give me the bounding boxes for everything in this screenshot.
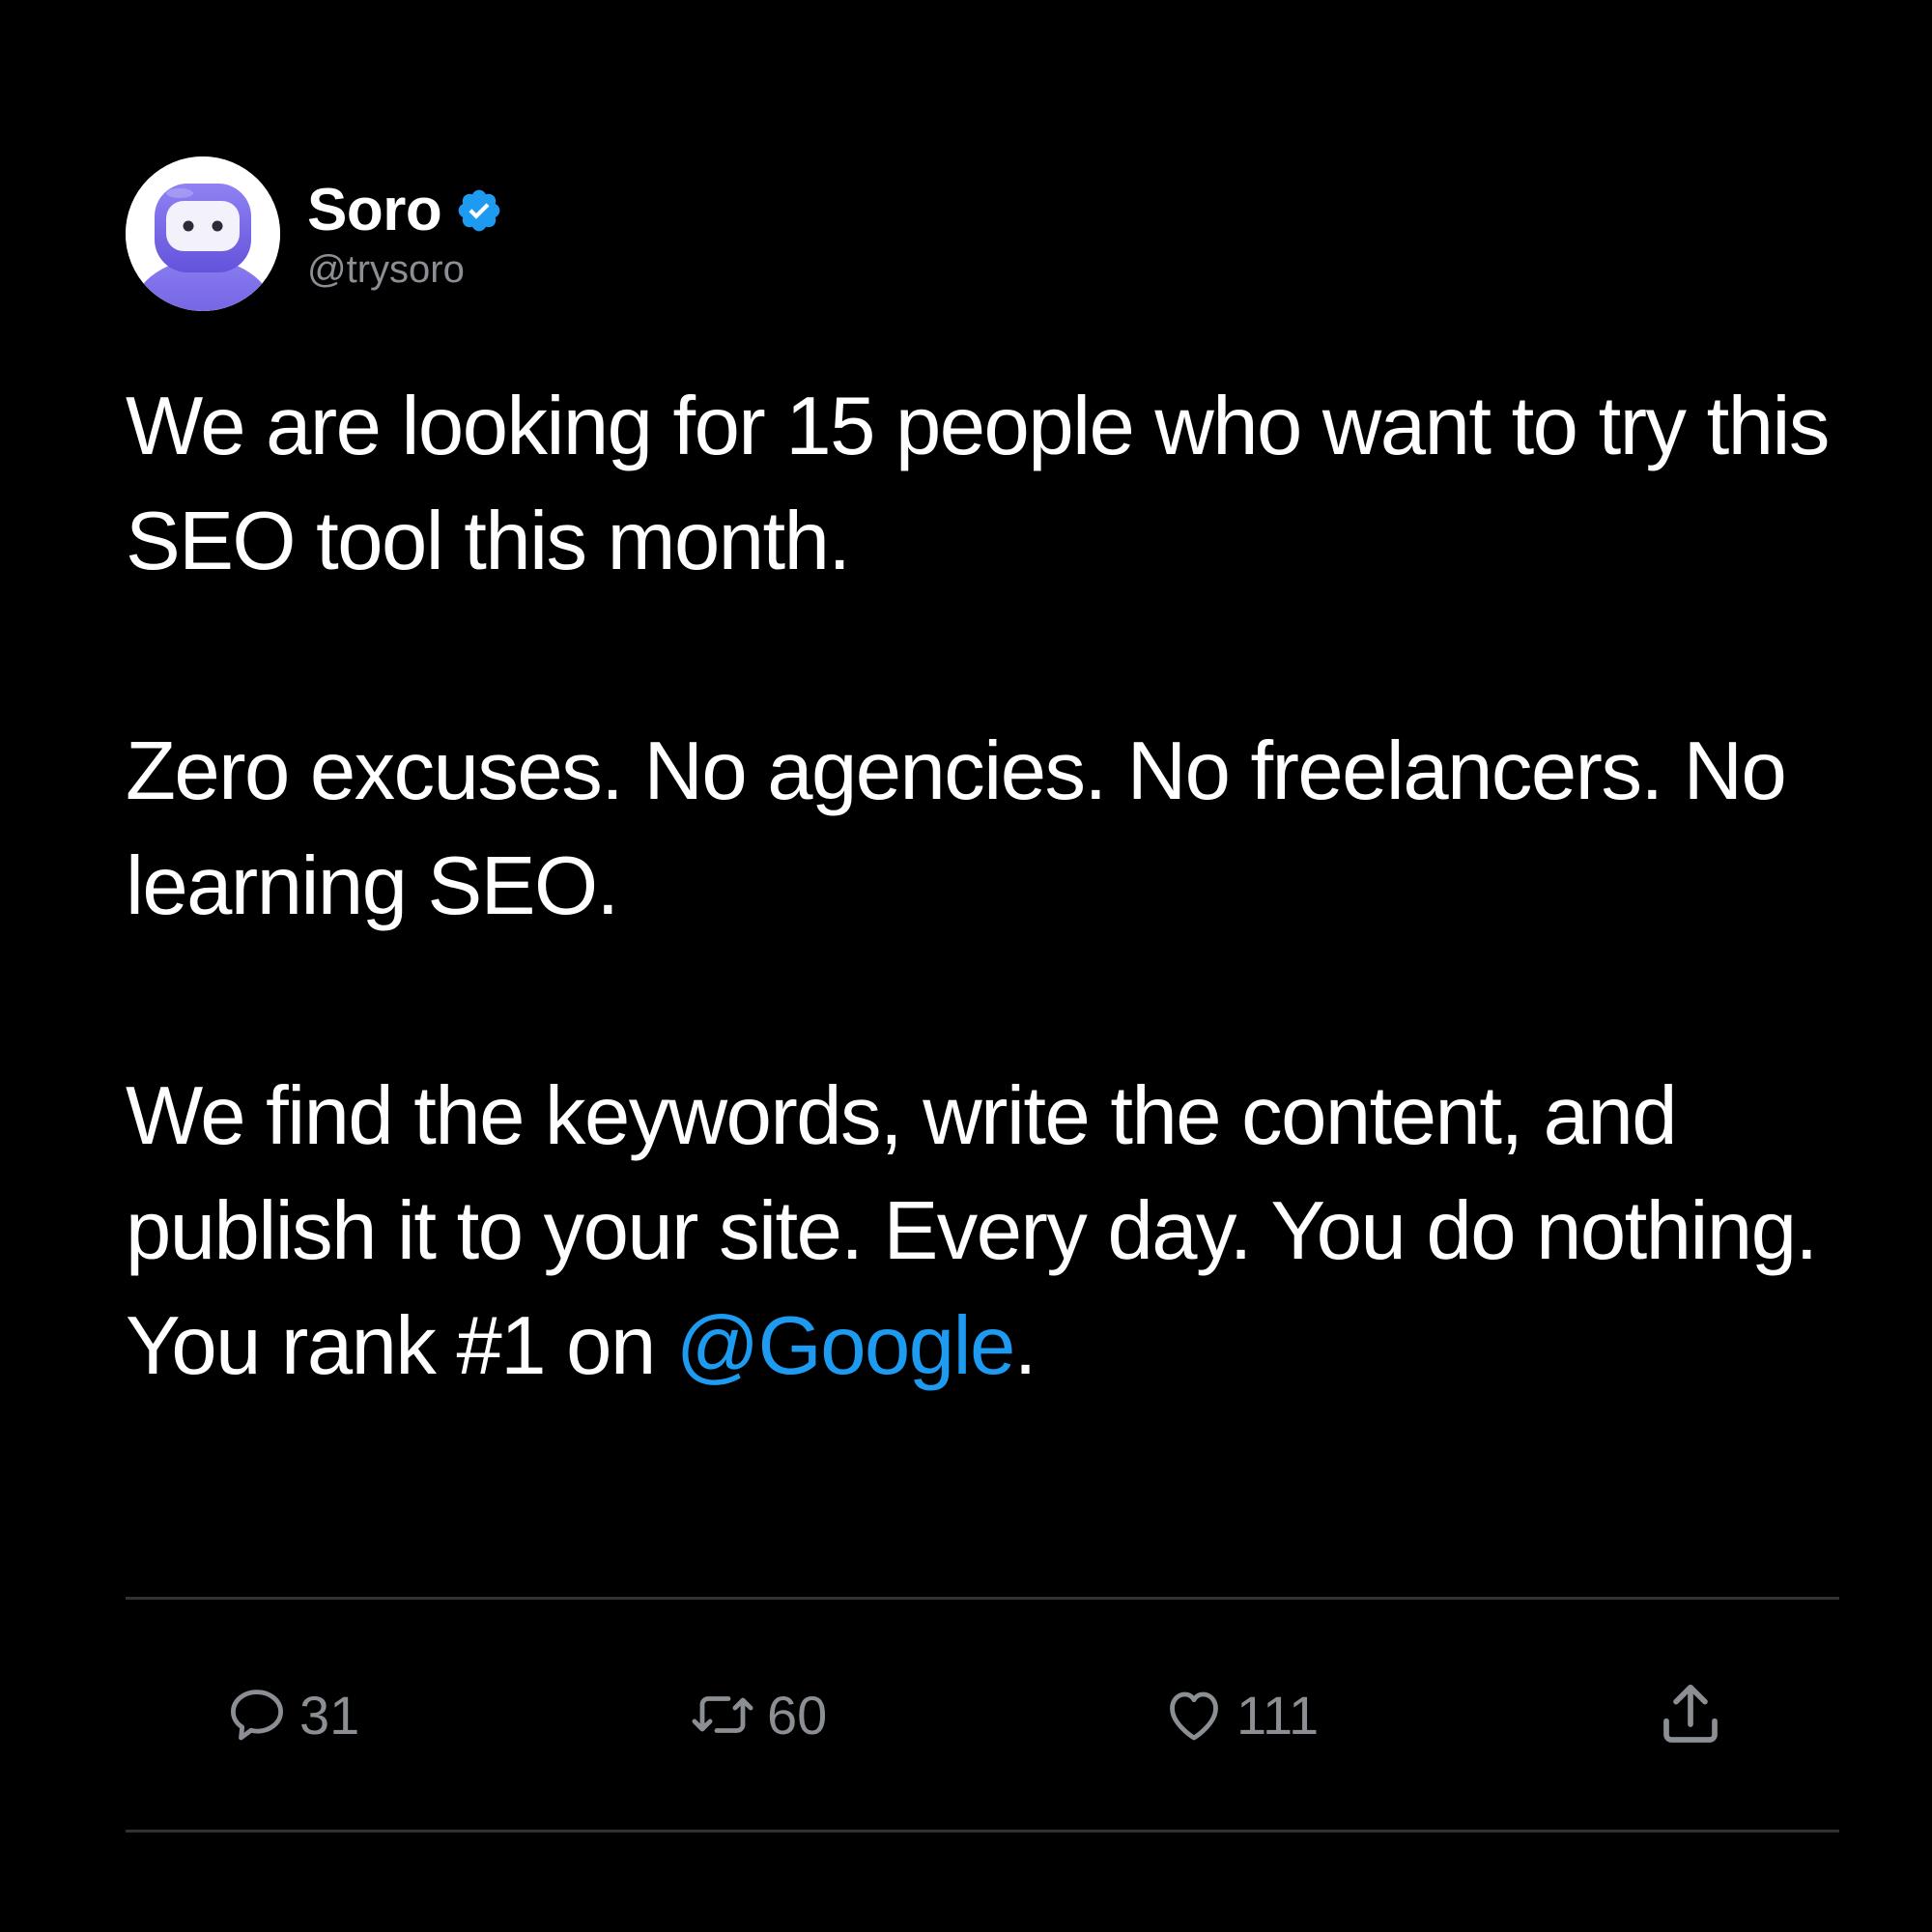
share-icon [1663,1684,1718,1743]
verified-badge-icon [455,186,503,235]
tweet-card: Soro @trysoro We are looking for 15 peop… [126,156,1839,1404]
heart-icon [1170,1691,1218,1741]
avatar[interactable] [126,156,280,311]
tweet-paragraph: We find the keywords, write the content,… [126,1059,1839,1404]
author-display-name[interactable]: Soro [307,176,442,244]
retweet-button[interactable]: 60 [686,1600,827,1830]
divider [126,1830,1839,1833]
tweet-body: We are looking for 15 people who want to… [126,369,1839,1404]
author-handle[interactable]: @trysoro [307,248,503,292]
mention-link[interactable]: @Google [676,1300,1015,1392]
like-count: 111 [1236,1684,1320,1746]
tweet-paragraph: We are looking for 15 people who want to… [126,381,1830,587]
retweet-count: 60 [767,1684,828,1746]
tweet-header: Soro @trysoro [126,156,1839,311]
reply-icon [231,1690,283,1741]
paragraph-text: . [1013,1300,1037,1392]
tweet-paragraph: Zero excuses. No agencies. No freelancer… [126,725,1787,932]
reply-button[interactable]: 31 [222,1600,359,1830]
share-button[interactable] [1652,1600,1729,1830]
reply-count: 31 [299,1684,360,1746]
name-row: Soro [307,177,503,244]
tweet-actions: 31 60 111 [126,1600,1839,1830]
robot-avatar-icon [126,156,280,311]
author-identity: Soro @trysoro [307,156,503,311]
retweet-icon [692,1696,753,1733]
like-button[interactable]: 111 [1159,1600,1319,1830]
